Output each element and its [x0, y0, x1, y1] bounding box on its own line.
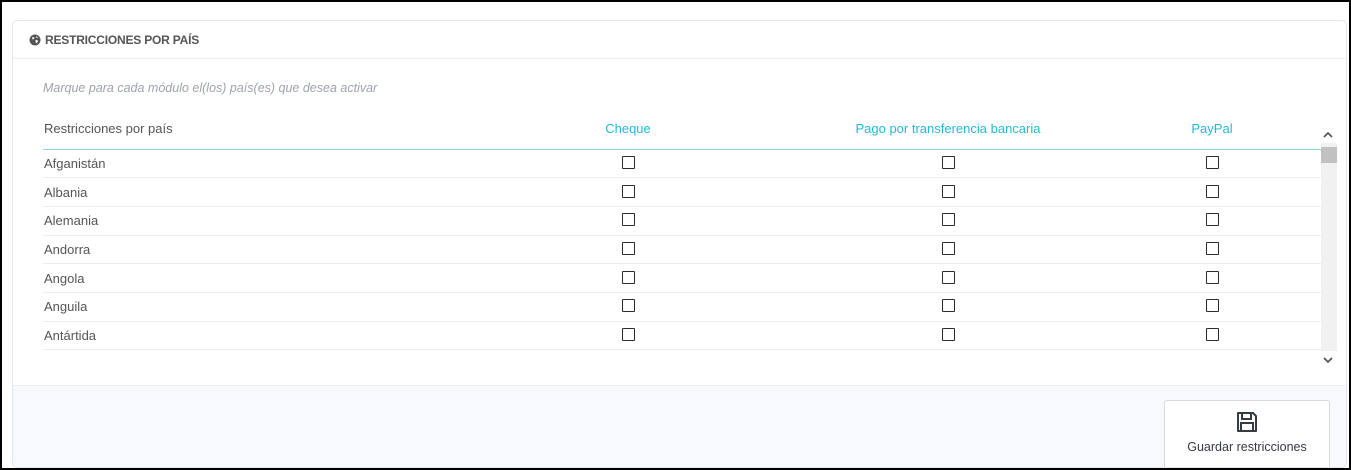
globe-icon	[29, 34, 41, 45]
panel-heading: RESTRICCIONES POR PAÍS	[13, 21, 1346, 59]
restrictions-table-container: Restricciones por país Cheque Pago por t…	[43, 109, 1340, 367]
table-row: Afganistán	[43, 149, 1321, 179]
table-row: Antártida	[43, 321, 1321, 351]
country-name: Angola	[43, 263, 463, 293]
bank-transfer-checkbox[interactable]	[941, 184, 955, 198]
cheque-checkbox[interactable]	[621, 155, 635, 169]
help-text: Marque para cada módulo el(los) país(es)…	[43, 81, 378, 95]
chevron-up-icon[interactable]	[1321, 127, 1335, 141]
scrollbar-track[interactable]	[1321, 143, 1337, 351]
bank-transfer-checkbox[interactable]	[941, 241, 955, 255]
panel-footer: Guardar restricciones	[13, 385, 1346, 467]
table-row: Anguila	[43, 292, 1321, 322]
cheque-checkbox[interactable]	[621, 270, 635, 284]
table-header-row: Restricciones por país Cheque Pago por t…	[43, 109, 1321, 150]
cheque-checkbox[interactable]	[621, 184, 635, 198]
column-header-paypal: PayPal	[1103, 109, 1321, 150]
bank-transfer-checkbox[interactable]	[941, 213, 955, 227]
paypal-checkbox[interactable]	[1205, 213, 1219, 227]
table-scrollbar[interactable]	[1319, 127, 1337, 367]
paypal-checkbox[interactable]	[1205, 328, 1219, 342]
country-name: Albania	[43, 177, 463, 207]
bank-transfer-checkbox[interactable]	[941, 270, 955, 284]
country-name: Antártida	[43, 321, 463, 351]
scrollbar-thumb[interactable]	[1321, 147, 1337, 163]
country-name: Andorra	[43, 235, 463, 265]
bank-transfer-checkbox[interactable]	[941, 328, 955, 342]
panel-title: RESTRICCIONES POR PAÍS	[45, 32, 200, 47]
paypal-checkbox[interactable]	[1205, 241, 1219, 255]
bank-transfer-checkbox[interactable]	[941, 299, 955, 313]
chevron-down-icon[interactable]	[1321, 353, 1335, 367]
country-restrictions-panel: RESTRICCIONES POR PAÍS Marque para cada …	[12, 20, 1347, 468]
table-row: Angola	[43, 263, 1321, 293]
save-restrictions-button[interactable]: Guardar restricciones	[1164, 400, 1330, 467]
cheque-checkbox[interactable]	[621, 299, 635, 313]
cheque-checkbox[interactable]	[621, 328, 635, 342]
window-frame: RESTRICCIONES POR PAÍS Marque para cada …	[0, 0, 1351, 470]
table-row: Albania	[43, 177, 1321, 207]
country-name: Afganistán	[43, 149, 463, 179]
paypal-checkbox[interactable]	[1205, 155, 1219, 169]
paypal-checkbox[interactable]	[1205, 299, 1219, 313]
save-button-label: Guardar restricciones	[1187, 440, 1307, 454]
column-header-bank-transfer: Pago por transferencia bancaria	[793, 109, 1103, 150]
table-row: Andorra	[43, 235, 1321, 265]
country-name: Alemania	[43, 206, 463, 236]
paypal-checkbox[interactable]	[1205, 270, 1219, 284]
cheque-checkbox[interactable]	[621, 241, 635, 255]
column-header-cheque: Cheque	[463, 109, 793, 150]
bank-transfer-checkbox[interactable]	[941, 155, 955, 169]
paypal-checkbox[interactable]	[1205, 184, 1219, 198]
table-row: Alemania	[43, 206, 1321, 236]
country-name: Anguila	[43, 292, 463, 322]
floppy-disk-icon	[1237, 412, 1257, 432]
restrictions-table: Restricciones por país Cheque Pago por t…	[43, 109, 1321, 351]
cheque-checkbox[interactable]	[621, 213, 635, 227]
column-header-country: Restricciones por país	[43, 109, 463, 150]
